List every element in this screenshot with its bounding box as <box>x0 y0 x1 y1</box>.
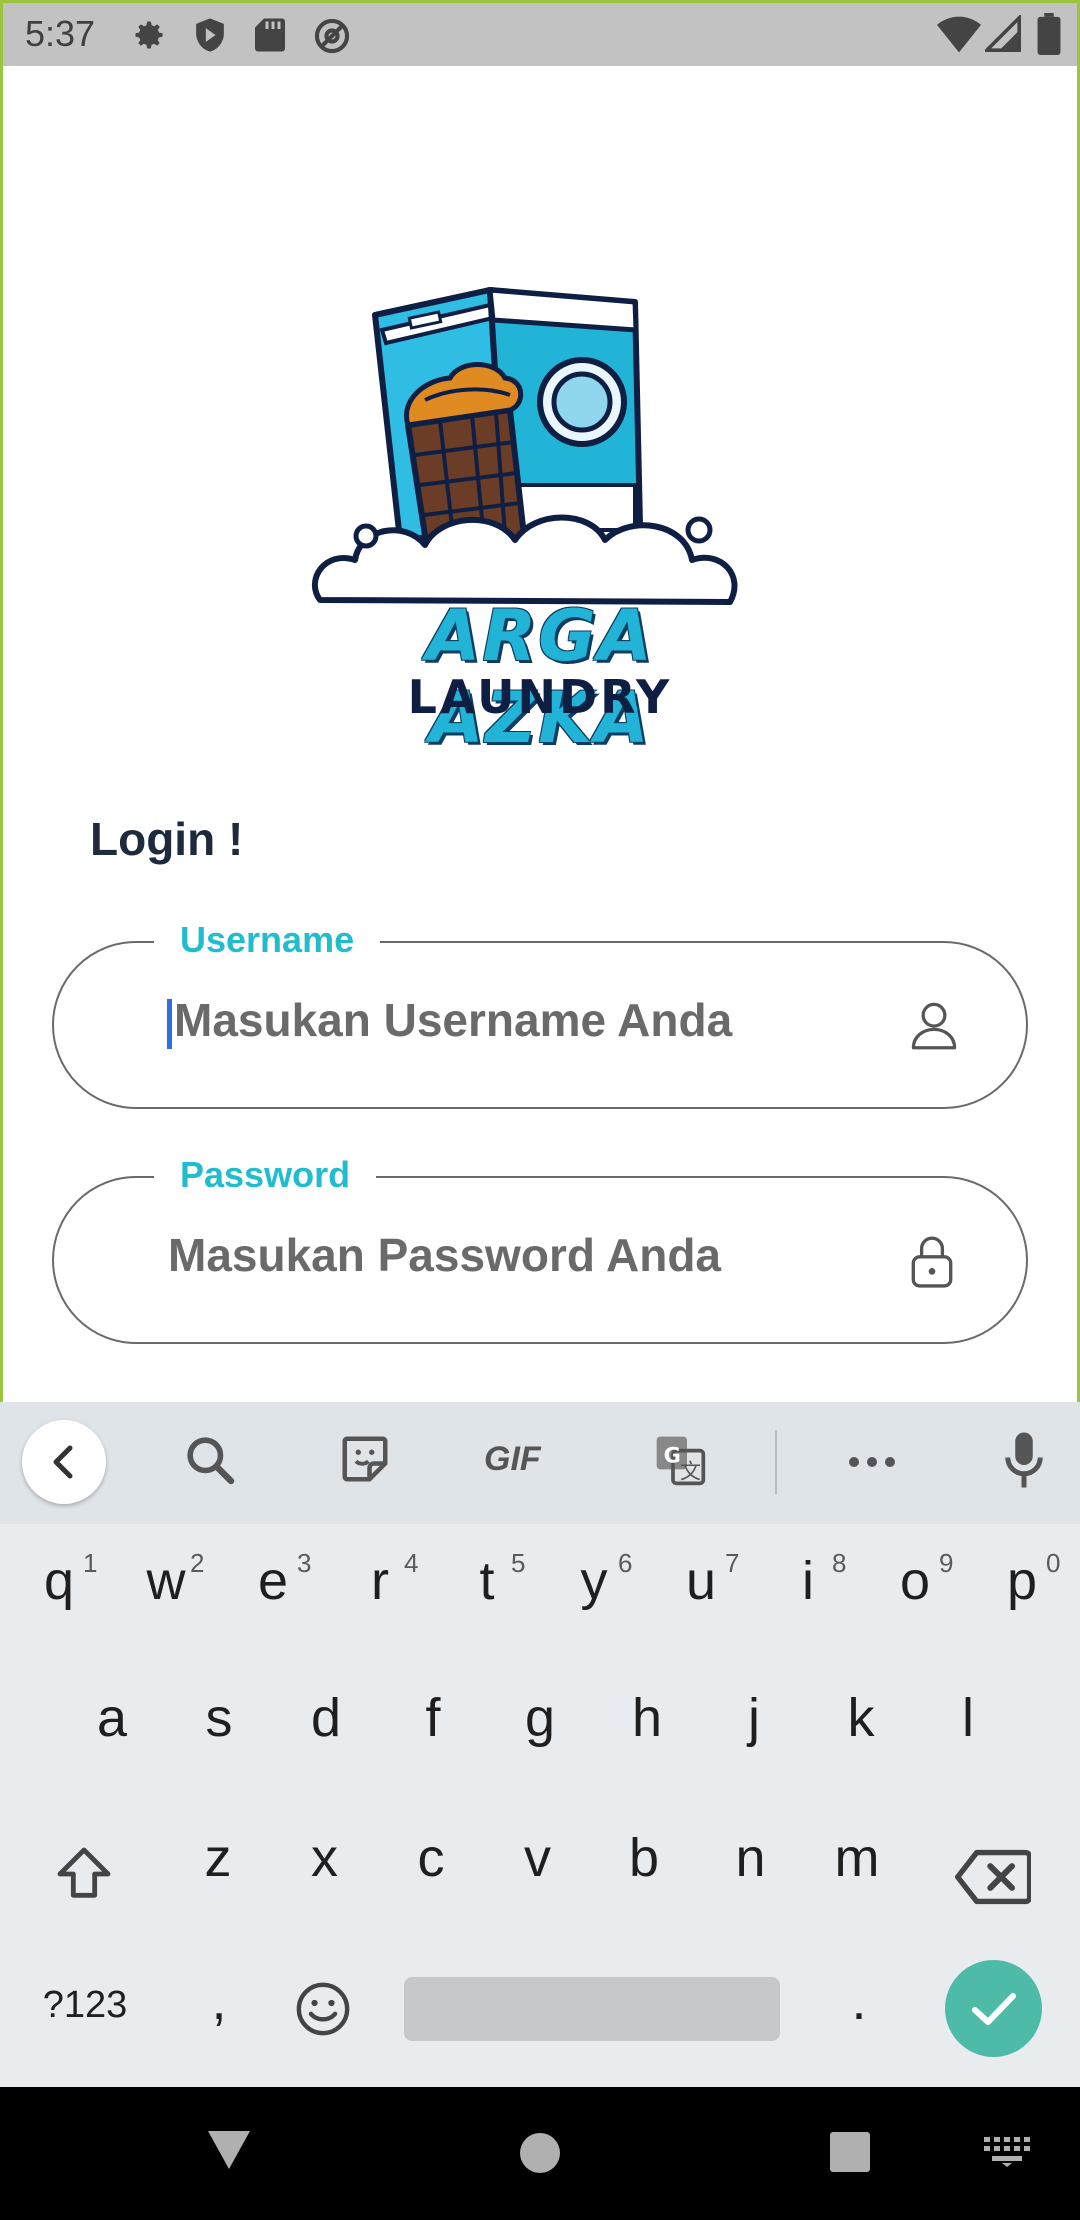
page-title: Login ! <box>90 813 244 865</box>
chevron-left-icon <box>53 1445 73 1479</box>
phone-screen: 5:37 ARGA AZKA LAUNDRY Login ! Username … <box>0 0 1080 2220</box>
username-input[interactable]: Masukan Username Anda <box>174 993 732 1047</box>
sd-card-icon <box>255 18 285 52</box>
password-label: Password <box>154 1154 377 1196</box>
key-k[interactable]: k <box>816 1687 906 1749</box>
svg-text:文: 文 <box>680 1460 701 1484</box>
key-hint: 1 <box>83 1548 98 1578</box>
keyboard-switch-icon[interactable] <box>984 2137 1030 2167</box>
key-hint: 2 <box>190 1548 205 1578</box>
key-z[interactable]: z <box>173 1827 263 1889</box>
soft-keyboard: GIF G 文 q1w2e3r4t5y6u7i8o9p0 asdfghjkl z… <box>0 1402 1080 2087</box>
password-input[interactable]: Masukan Password Anda <box>168 1228 721 1282</box>
comma-key[interactable]: , <box>174 1970 264 2032</box>
key-s[interactable]: s <box>174 1687 264 1749</box>
password-field[interactable]: Password Masukan Password Anda <box>52 1154 1028 1344</box>
mic-icon[interactable] <box>1004 1430 1044 1490</box>
user-icon <box>911 1002 957 1050</box>
key-x[interactable]: x <box>280 1827 370 1889</box>
key-hint: 9 <box>939 1548 954 1578</box>
key-d[interactable]: d <box>281 1687 371 1749</box>
search-icon[interactable] <box>182 1432 238 1488</box>
key-f[interactable]: f <box>388 1687 478 1749</box>
username-field[interactable]: Username Masukan Username Anda <box>52 919 1028 1109</box>
shift-icon[interactable] <box>52 1842 116 1906</box>
key-hint: 6 <box>618 1548 633 1578</box>
key-j[interactable]: j <box>709 1687 799 1749</box>
sticker-icon[interactable] <box>338 1432 392 1486</box>
more-icon[interactable] <box>846 1454 898 1470</box>
key-v[interactable]: v <box>493 1827 583 1889</box>
at-sign-icon <box>314 18 350 54</box>
emoji-icon[interactable] <box>294 1980 352 2038</box>
translate-icon[interactable]: G 文 <box>652 1432 708 1488</box>
home-icon[interactable] <box>518 2131 562 2175</box>
key-hint: 7 <box>725 1548 740 1578</box>
key-hint: 3 <box>297 1548 312 1578</box>
enter-key[interactable] <box>945 1960 1042 2057</box>
signal-icon <box>985 15 1021 52</box>
key-l[interactable]: l <box>923 1687 1013 1749</box>
key-hint: 4 <box>404 1548 419 1578</box>
text-cursor <box>167 999 172 1049</box>
status-time: 5:37 <box>25 13 96 54</box>
back-icon[interactable] <box>206 2129 252 2171</box>
backspace-icon[interactable] <box>955 1848 1031 1906</box>
key-h[interactable]: h <box>602 1687 692 1749</box>
key-n[interactable]: n <box>706 1827 796 1889</box>
toolbar-divider <box>775 1430 777 1494</box>
key-hint: 8 <box>832 1548 847 1578</box>
key-hint: 0 <box>1046 1548 1061 1578</box>
lock-icon <box>911 1236 953 1288</box>
key-a[interactable]: a <box>67 1687 157 1749</box>
key-hint: 5 <box>511 1548 526 1578</box>
logo-subtitle: LAUNDRY <box>407 670 673 724</box>
gif-button[interactable]: GIF <box>484 1440 541 1479</box>
status-bar: 5:37 <box>0 0 1080 66</box>
wifi-icon <box>937 16 981 53</box>
play-protect-icon <box>196 18 224 52</box>
keyboard-toolbar: GIF G 文 <box>0 1402 1080 1524</box>
key-g[interactable]: g <box>495 1687 585 1749</box>
gear-icon <box>135 21 163 49</box>
symbols-key[interactable]: ?123 <box>30 1984 140 2027</box>
username-label: Username <box>154 919 381 961</box>
key-b[interactable]: b <box>599 1827 689 1889</box>
period-key[interactable]: . <box>814 1970 904 2032</box>
recents-icon[interactable] <box>829 2131 871 2173</box>
svg-text:G: G <box>664 1443 681 1467</box>
navigation-bar <box>0 2087 1080 2220</box>
space-key[interactable] <box>404 1977 780 2041</box>
check-icon <box>972 1993 1016 2025</box>
battery-icon <box>1037 13 1061 55</box>
key-c[interactable]: c <box>386 1827 476 1889</box>
toolbar-back-button[interactable] <box>22 1420 106 1504</box>
key-m[interactable]: m <box>812 1827 902 1889</box>
